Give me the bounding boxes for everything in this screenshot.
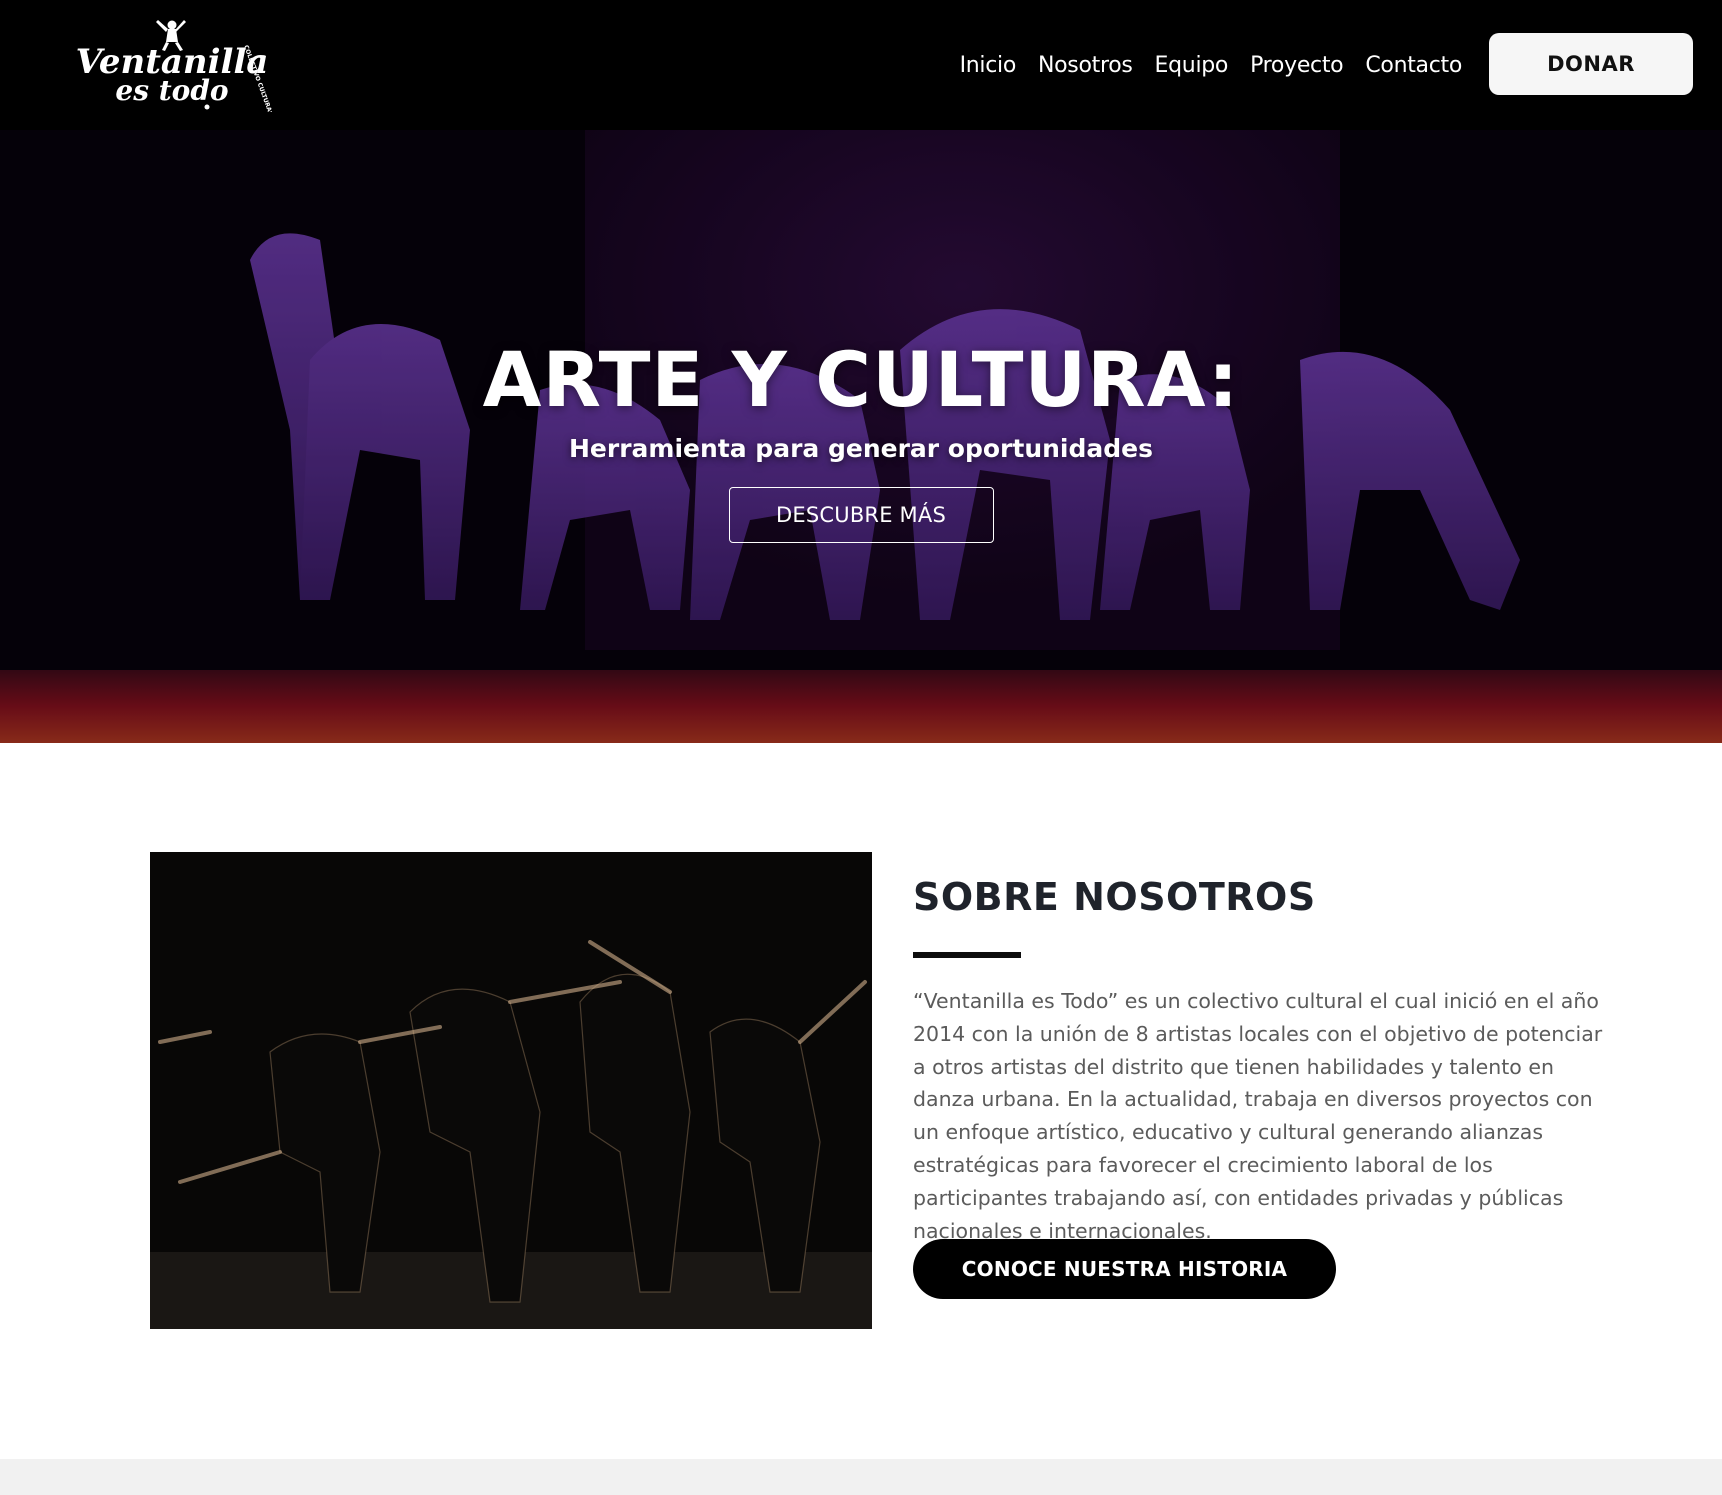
our-story-button[interactable]: CONOCE NUESTRA HISTORIA — [913, 1239, 1336, 1299]
hero-subtitle: Herramienta para generar oportunidades — [569, 434, 1153, 463]
next-section-edge — [0, 1459, 1722, 1495]
donate-button[interactable]: DONAR — [1489, 33, 1693, 95]
dance-group-image — [150, 852, 872, 1329]
site-header: Ventanilla es todo COLECTIVO CULTURAL In… — [0, 0, 1722, 130]
about-title: SOBRE NOSOTROS — [913, 875, 1316, 919]
nav-equipo[interactable]: Equipo — [1155, 53, 1229, 78]
about-text-block: SOBRE NOSOTROS “Ventanilla es Todo” es u… — [913, 875, 1603, 1247]
hero-section: ARTE Y CULTURA: Herramienta para generar… — [0, 130, 1722, 743]
nav-inicio[interactable]: Inicio — [960, 53, 1017, 78]
logo-line-2: es todo — [115, 74, 228, 107]
about-photo — [150, 852, 872, 1329]
nav-contacto[interactable]: Contacto — [1365, 53, 1462, 78]
site-logo[interactable]: Ventanilla es todo COLECTIVO CULTURAL — [72, 16, 272, 112]
nav-proyecto[interactable]: Proyecto — [1250, 53, 1344, 78]
hero-content: ARTE Y CULTURA: Herramienta para generar… — [0, 130, 1722, 743]
hero-title: ARTE Y CULTURA: — [482, 335, 1240, 424]
about-description: “Ventanilla es Todo” es un colectivo cul… — [913, 989, 1603, 1243]
title-underline — [913, 952, 1021, 958]
main-nav: Inicio Nosotros Equipo Proyecto Contacto — [960, 0, 1463, 130]
nav-nosotros[interactable]: Nosotros — [1038, 53, 1133, 78]
discover-more-button[interactable]: DESCUBRE MÁS — [728, 487, 994, 543]
logo-mark: Ventanilla es todo COLECTIVO CULTURAL — [76, 20, 272, 112]
